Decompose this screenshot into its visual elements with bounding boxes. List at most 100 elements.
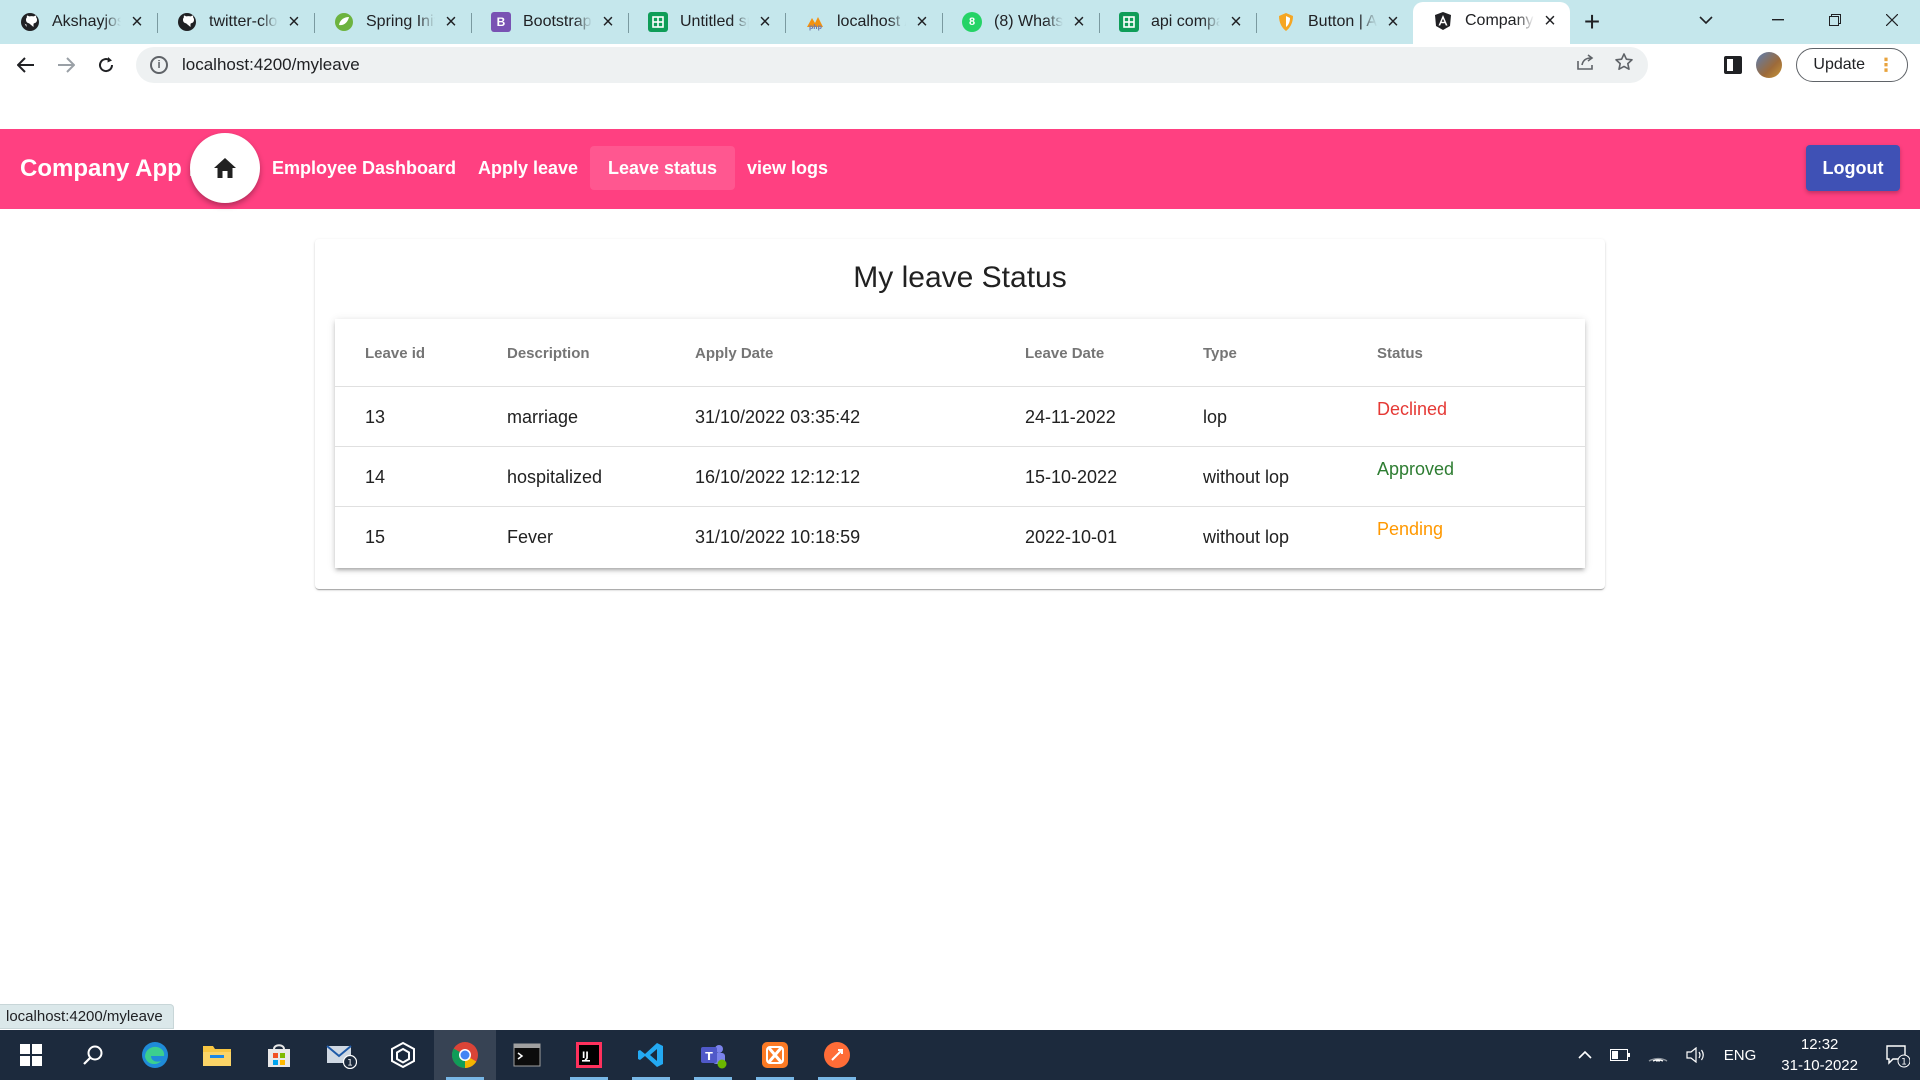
nav-leave-status[interactable]: Leave status — [590, 146, 736, 190]
column-header-leave-id[interactable]: Leave id — [365, 319, 425, 387]
table-header: Leave id Description Apply Date Leave Da… — [335, 319, 1585, 387]
chrome-icon[interactable] — [434, 1030, 496, 1080]
whatsapp-icon: 8 — [962, 12, 982, 32]
home-icon — [214, 158, 236, 178]
github-icon — [20, 12, 40, 32]
cell-leave-date: 2022-10-01 — [1025, 526, 1118, 547]
back-arrow-icon[interactable] — [6, 47, 46, 83]
table-row[interactable]: 14 hospitalized 16/10/2022 12:12:12 15-1… — [335, 447, 1585, 507]
close-icon[interactable]: × — [1226, 11, 1246, 33]
browser-tab-strip: Akshayjose × twitter-clon × Spring Initi… — [0, 0, 1920, 44]
column-header-status[interactable]: Status — [1377, 319, 1423, 387]
svg-text:IJ: IJ — [582, 1051, 589, 1061]
browser-toolbar: i localhost:4200/myleave Update ⋮ — [0, 44, 1920, 86]
windows-taskbar: 1 IJ T ENG 12:32 31-10-2022 1 — [0, 1030, 1920, 1080]
notification-count: 1 — [1901, 1058, 1907, 1068]
cell-leave-id: 15 — [365, 526, 386, 547]
more-options-icon: ⋮ — [1877, 55, 1895, 75]
address-bar[interactable]: i localhost:4200/myleave — [136, 47, 1648, 83]
teams-icon[interactable]: T — [682, 1030, 744, 1080]
close-icon[interactable]: × — [755, 11, 775, 33]
search-icon[interactable] — [62, 1030, 124, 1080]
site-info-icon[interactable]: i — [150, 56, 168, 74]
browser-tab[interactable]: Akshayjose × — [0, 4, 157, 40]
vscode-icon[interactable] — [620, 1030, 682, 1080]
tab-title: Company — [1465, 12, 1534, 29]
browser-tab[interactable]: api compan × — [1099, 4, 1256, 40]
address-url[interactable]: localhost:4200/myleave — [182, 55, 360, 75]
browser-tab[interactable]: 8 (8) WhatsAp × — [942, 4, 1099, 40]
close-icon[interactable]: × — [1383, 11, 1403, 33]
home-button[interactable] — [190, 133, 260, 203]
cell-apply-date: 31/10/2022 03:35:42 — [695, 406, 861, 427]
notifications-icon[interactable]: 1 — [1874, 1030, 1920, 1080]
table-row[interactable]: 13 marriage 31/10/2022 03:35:42 24-11-20… — [335, 387, 1585, 447]
column-header-leave-date[interactable]: Leave Date — [1025, 319, 1104, 387]
browser-tab[interactable]: php localhost / × — [785, 4, 942, 40]
logout-button[interactable]: Logout — [1806, 145, 1900, 191]
share-icon[interactable] — [1576, 53, 1596, 77]
cell-apply-date: 31/10/2022 10:18:59 — [695, 526, 861, 547]
profile-avatar[interactable] — [1756, 52, 1783, 78]
browser-tab[interactable]: B Bootstrap × — [471, 4, 628, 40]
windows-start-icon[interactable] — [0, 1030, 62, 1080]
clock-date: 31-10-2022 — [1781, 1057, 1858, 1074]
window-controls — [1749, 0, 1920, 40]
cell-type: without lop — [1203, 466, 1290, 487]
microsoft-store-icon[interactable] — [248, 1030, 310, 1080]
side-panel-icon[interactable] — [1724, 56, 1743, 74]
nav-apply-leave[interactable]: Apply leave — [460, 146, 596, 190]
forward-arrow-icon[interactable] — [46, 47, 86, 83]
close-icon[interactable]: × — [598, 11, 618, 33]
xampp-icon[interactable] — [744, 1030, 806, 1080]
postman-icon[interactable] — [806, 1030, 868, 1080]
system-clock[interactable]: 12:32 31-10-2022 — [1765, 1034, 1874, 1076]
column-header-apply-date[interactable]: Apply Date — [695, 319, 773, 387]
close-icon[interactable]: × — [1069, 11, 1089, 33]
new-tab-button[interactable]: + — [1570, 4, 1614, 40]
edge-icon[interactable] — [124, 1030, 186, 1080]
minimize-icon[interactable] — [1749, 0, 1806, 40]
update-button[interactable]: Update ⋮ — [1796, 48, 1908, 82]
window-close-icon[interactable] — [1863, 0, 1920, 40]
nav-view-logs[interactable]: view logs — [729, 146, 846, 190]
browser-tab[interactable]: Spring Initia × — [314, 4, 471, 40]
terminal-icon[interactable] — [496, 1030, 558, 1080]
tab-title: (8) WhatsAp — [994, 13, 1063, 30]
file-explorer-icon[interactable] — [186, 1030, 248, 1080]
browser-tab-active[interactable]: Company × — [1413, 2, 1570, 44]
clock-time: 12:32 — [1800, 1036, 1839, 1053]
cell-description: Fever — [507, 526, 554, 547]
intellij-icon[interactable]: IJ — [558, 1030, 620, 1080]
tab-search-chevron-icon[interactable] — [1688, 4, 1724, 36]
tab-title: Button | An — [1308, 13, 1377, 30]
dev-tool-icon[interactable] — [372, 1030, 434, 1080]
column-header-type[interactable]: Type — [1203, 319, 1237, 387]
column-header-description[interactable]: Description — [507, 319, 590, 387]
table-row[interactable]: 15 Fever 31/10/2022 10:18:59 2022-10-01 … — [335, 507, 1585, 567]
browser-tab[interactable]: Button | An × — [1256, 4, 1413, 40]
wifi-icon[interactable] — [1639, 1047, 1677, 1063]
cell-apply-date: 16/10/2022 12:12:12 — [695, 466, 861, 487]
reload-icon[interactable] — [86, 47, 126, 83]
tab-title: Bootstrap — [523, 13, 592, 30]
input-language[interactable]: ENG — [1715, 1047, 1766, 1064]
browser-tab[interactable]: twitter-clon × — [157, 4, 314, 40]
brand-title: Company App . — [20, 155, 196, 182]
close-icon[interactable]: × — [441, 11, 461, 33]
close-icon[interactable]: × — [127, 11, 147, 33]
cell-type: without lop — [1203, 526, 1290, 547]
close-icon[interactable]: × — [284, 11, 304, 33]
volume-icon[interactable] — [1677, 1047, 1715, 1063]
chevron-up-icon[interactable] — [1569, 1050, 1601, 1060]
close-icon[interactable]: × — [912, 11, 932, 33]
browser-tab[interactable]: Untitled spr × — [628, 4, 785, 40]
bookmark-star-icon[interactable] — [1614, 52, 1634, 78]
restore-icon[interactable] — [1806, 0, 1863, 40]
battery-icon[interactable] — [1601, 1049, 1639, 1061]
phpmyadmin-icon: php — [805, 12, 825, 32]
close-icon[interactable]: × — [1540, 10, 1560, 32]
cell-leave-id: 13 — [365, 406, 386, 427]
mail-icon[interactable]: 1 — [310, 1030, 372, 1080]
nav-employee-dashboard[interactable]: Employee Dashboard — [254, 146, 474, 190]
